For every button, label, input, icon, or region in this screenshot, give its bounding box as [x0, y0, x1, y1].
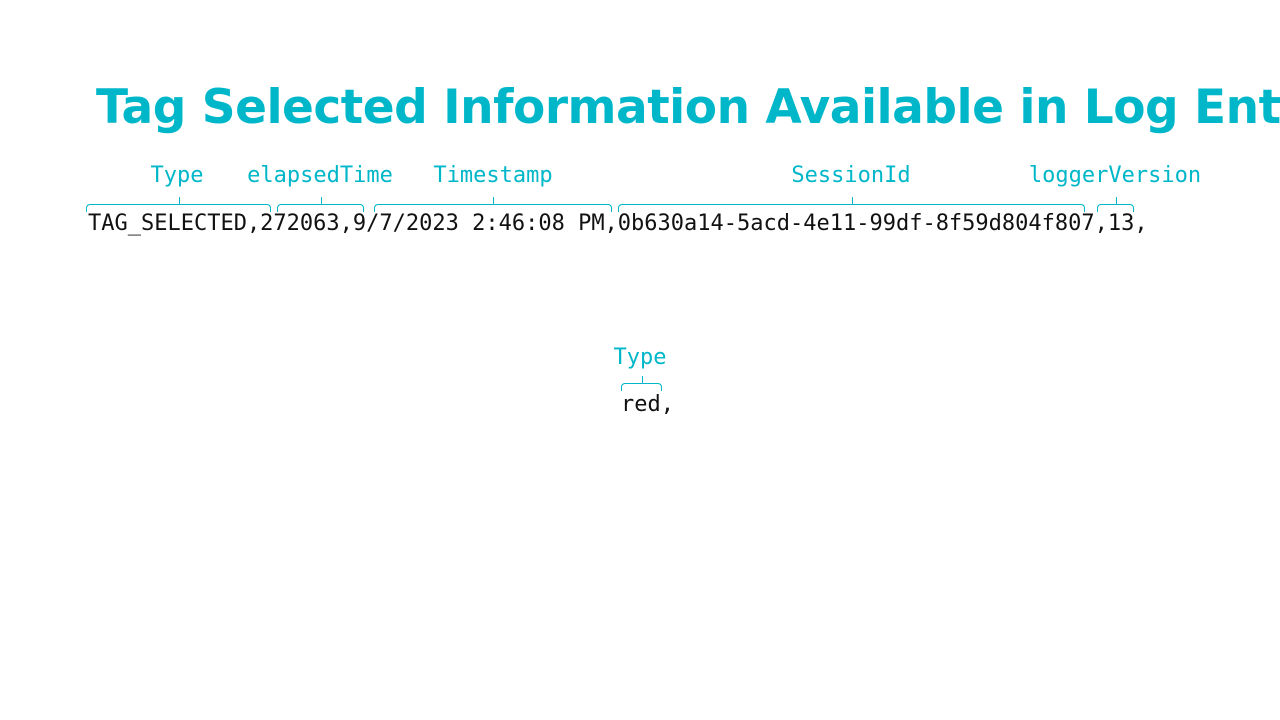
- field-label-elapsed-time: elapsedTime: [247, 163, 393, 188]
- slide-title: Tag Selected Information Available in Lo…: [96, 80, 1280, 135]
- slide: Tag Selected Information Available in Lo…: [0, 0, 1280, 720]
- log-entry-text: TAG_SELECTED,272063,9/7/2023 2:46:08 PM,…: [88, 211, 1148, 236]
- field-label-session-id: SessionId: [791, 163, 911, 188]
- log-entry-text-2: red,: [621, 392, 674, 417]
- field-label-type-2: Type: [613, 345, 667, 370]
- field-label-timestamp: Timestamp: [433, 163, 553, 188]
- field-label-type: Type: [150, 163, 204, 188]
- bracket-type-2: [621, 376, 662, 391]
- field-label-logger-version: loggerVersion: [1028, 163, 1202, 188]
